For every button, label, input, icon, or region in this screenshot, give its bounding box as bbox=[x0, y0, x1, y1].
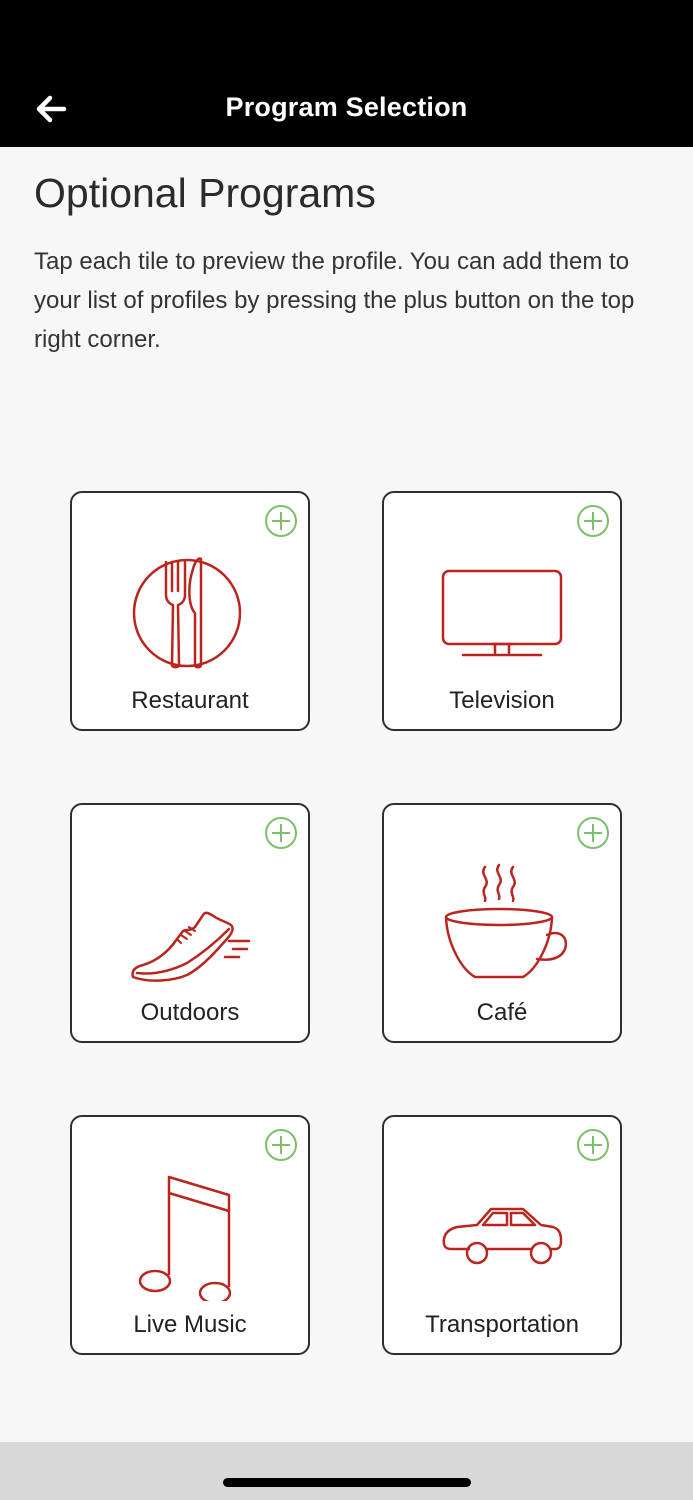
tile-outdoors[interactable]: Outdoors bbox=[70, 803, 310, 1043]
add-live-music-button[interactable] bbox=[264, 1128, 298, 1162]
plus-circle-icon bbox=[265, 505, 297, 537]
running-shoe-icon bbox=[125, 859, 255, 989]
coffee-cup-icon bbox=[437, 859, 567, 989]
tile-label: Café bbox=[476, 999, 528, 1026]
home-indicator[interactable] bbox=[223, 1478, 471, 1487]
plus-circle-icon bbox=[265, 817, 297, 849]
tile-label: Outdoors bbox=[140, 999, 240, 1026]
plus-circle-icon bbox=[577, 505, 609, 537]
tile-restaurant[interactable]: Restaurant bbox=[70, 491, 310, 731]
television-icon bbox=[437, 547, 567, 677]
plus-circle-icon bbox=[577, 1129, 609, 1161]
tile-television[interactable]: Television bbox=[382, 491, 622, 731]
bottom-bar bbox=[0, 1442, 693, 1500]
add-outdoors-button[interactable] bbox=[264, 816, 298, 850]
plus-circle-icon bbox=[265, 1129, 297, 1161]
tile-label: Transportation bbox=[425, 1311, 579, 1338]
program-selection-screen: Program Selection Optional Programs Tap … bbox=[0, 0, 693, 1500]
tile-cafe[interactable]: Café bbox=[382, 803, 622, 1043]
tile-transportation[interactable]: Transportation bbox=[382, 1115, 622, 1355]
page-title: Program Selection bbox=[225, 92, 468, 122]
tile-label: Live Music bbox=[133, 1311, 247, 1338]
add-television-button[interactable] bbox=[576, 504, 610, 538]
section-heading: Optional Programs bbox=[34, 170, 376, 216]
tile-label: Restaurant bbox=[131, 687, 249, 714]
music-note-icon bbox=[125, 1171, 255, 1301]
plus-circle-icon bbox=[577, 817, 609, 849]
navigation-bar: Program Selection bbox=[0, 0, 693, 147]
add-transportation-button[interactable] bbox=[576, 1128, 610, 1162]
tile-live-music[interactable]: Live Music bbox=[70, 1115, 310, 1355]
add-cafe-button[interactable] bbox=[576, 816, 610, 850]
tile-label: Television bbox=[449, 687, 555, 714]
add-restaurant-button[interactable] bbox=[264, 504, 298, 538]
plate-fork-knife-icon bbox=[125, 547, 255, 677]
car-icon bbox=[437, 1171, 567, 1301]
instructions-text: Tap each tile to preview the profile. Yo… bbox=[34, 248, 635, 353]
